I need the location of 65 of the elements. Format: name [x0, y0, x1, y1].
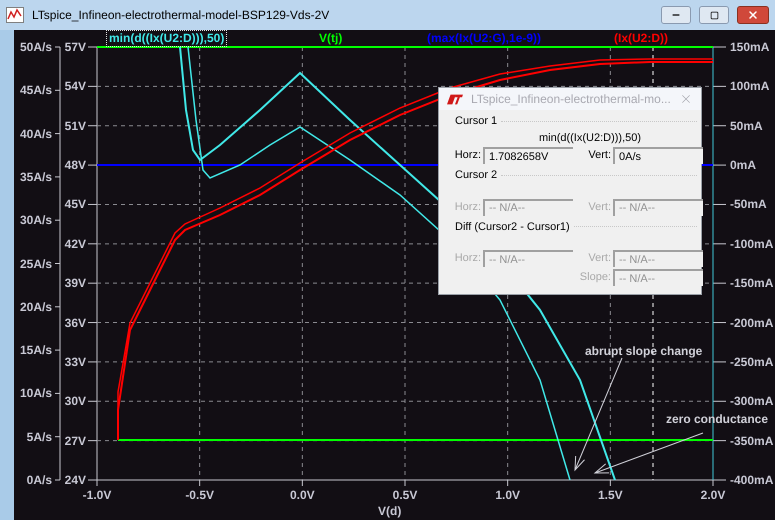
axis-tick-label: 2.0V	[700, 487, 726, 504]
trace-legend[interactable]: (Ix(U2:D))	[611, 30, 671, 47]
section-title: Diff (Cursor2 - Cursor1)	[455, 220, 570, 234]
axis-tick-label: -250mA	[730, 354, 774, 370]
axis-tick-label: 150mA	[730, 39, 770, 55]
axis-tick-label: 50A/s	[18, 39, 52, 55]
axis-tick-label: 30A/s	[18, 212, 52, 228]
trace-legend[interactable]: (max(Ix(U2:G),1e-9))	[424, 30, 544, 47]
axis-tick-label: 51V	[64, 118, 86, 134]
axis-tick-label: -150mA	[730, 275, 774, 292]
axis-tick-label: 25A/s	[18, 256, 52, 272]
field-label: Vert:	[588, 200, 611, 215]
field-label: Horz:	[454, 251, 481, 266]
axis-tick-label: -200mA	[730, 314, 774, 331]
field-label: Vert:	[588, 148, 611, 164]
axis-tick-label: 15A/s	[18, 342, 52, 358]
axis-tick-label: 0.0V	[288, 487, 316, 504]
axis-tick-label: -100mA	[730, 236, 774, 252]
axis-tick-label: 5A/s	[26, 428, 52, 445]
axis-tick-label: -0.5V	[184, 487, 215, 504]
close-button[interactable]	[737, 6, 769, 24]
axis-tick-label: 30V	[64, 393, 86, 410]
axis-title: V(d)	[378, 503, 402, 520]
axis-tick-label: 0.5V	[392, 487, 418, 504]
axis-tick-label: 42V	[64, 236, 86, 252]
axis-tick-label: 48V	[64, 157, 86, 174]
axis-tick-label: 0mA	[730, 157, 756, 174]
dialog-title: LTspice_Infineon-electrothermal-mo...	[470, 91, 671, 108]
trace-legend[interactable]: V(tj)	[316, 30, 346, 47]
logo-icon	[447, 94, 463, 104]
field-label: Slope:	[580, 270, 611, 286]
axis-tick-label: -300mA	[730, 393, 774, 410]
axis-tick-label: 1.5V	[596, 487, 624, 504]
value-field[interactable]: 1.7082658V	[483, 147, 573, 164]
axis-tick-label: 100mA	[730, 78, 770, 94]
axis-tick-label: 33V	[64, 354, 86, 370]
axis-tick-label: 50mA	[730, 118, 763, 134]
axis-tick-label: -1.0V	[82, 487, 112, 504]
field-label: Horz:	[454, 200, 481, 215]
axis-tick-label: 0A/s	[26, 472, 52, 488]
section-title: Cursor 1	[455, 114, 498, 129]
close-icon	[747, 9, 759, 21]
waveform-icon	[6, 7, 24, 23]
axis-tick-label: -350mA	[730, 432, 774, 449]
maximize-button[interactable]	[699, 6, 729, 24]
trace-legend[interactable]: min(d((Ix(U2:D))),50)	[106, 30, 228, 47]
axis-tick-label: 35A/s	[18, 168, 52, 185]
axis-tick-label: 45A/s	[18, 82, 52, 98]
axis-tick-label: -400mA	[730, 472, 774, 488]
annotation-text: abrupt slope change	[585, 343, 702, 360]
axis-tick-label: 40A/s	[18, 126, 52, 142]
axis-tick-label: 36V	[64, 314, 86, 331]
axis-tick-label: -50mA	[730, 196, 767, 212]
axis-tick-label: 39V	[64, 275, 86, 292]
field-label: Horz:	[454, 148, 481, 164]
value-field[interactable]: 0A/s	[613, 147, 703, 164]
axis-tick-label: 10A/s	[18, 385, 52, 402]
trace-name: min(d((Ix(U2:D))),50)	[538, 130, 642, 146]
maximize-icon	[710, 10, 718, 20]
axis-tick-label: 45V	[64, 196, 86, 212]
axis-tick-label: 1.0V	[494, 487, 521, 504]
window-title: LTspice_Infineon-electrothermal-model-BSP129-Vds-2V	[32, 7, 330, 24]
section-title: Cursor 2	[455, 168, 498, 183]
field-label: Vert:	[588, 251, 611, 266]
axis-tick-label: 20A/s	[18, 298, 52, 315]
